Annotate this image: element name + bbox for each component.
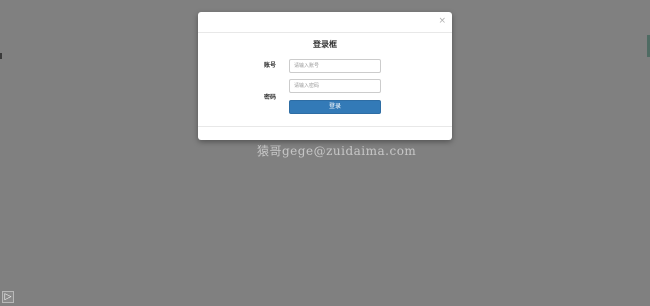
account-input[interactable] — [289, 59, 381, 73]
login-modal: × 登录框 账号 密码 登录 — [198, 12, 452, 140]
left-edge-mark — [0, 53, 2, 59]
expand-arrow-icon[interactable]: ▷ — [2, 291, 14, 303]
modal-header: × — [198, 12, 452, 33]
watermark-text: 猿哥gege@zuidaima.com — [257, 144, 417, 158]
page: 猿哥gege@zuidaima.com ▷ × 登录框 账号 密码 登录 — [0, 0, 650, 306]
login-button[interactable]: 登录 — [289, 100, 381, 114]
password-input[interactable] — [289, 79, 381, 93]
password-label: 密码 — [263, 94, 276, 101]
modal-title: 登录框 — [313, 40, 337, 49]
close-icon[interactable]: × — [438, 15, 446, 27]
account-label: 账号 — [263, 62, 276, 69]
modal-footer-divider — [198, 126, 452, 127]
